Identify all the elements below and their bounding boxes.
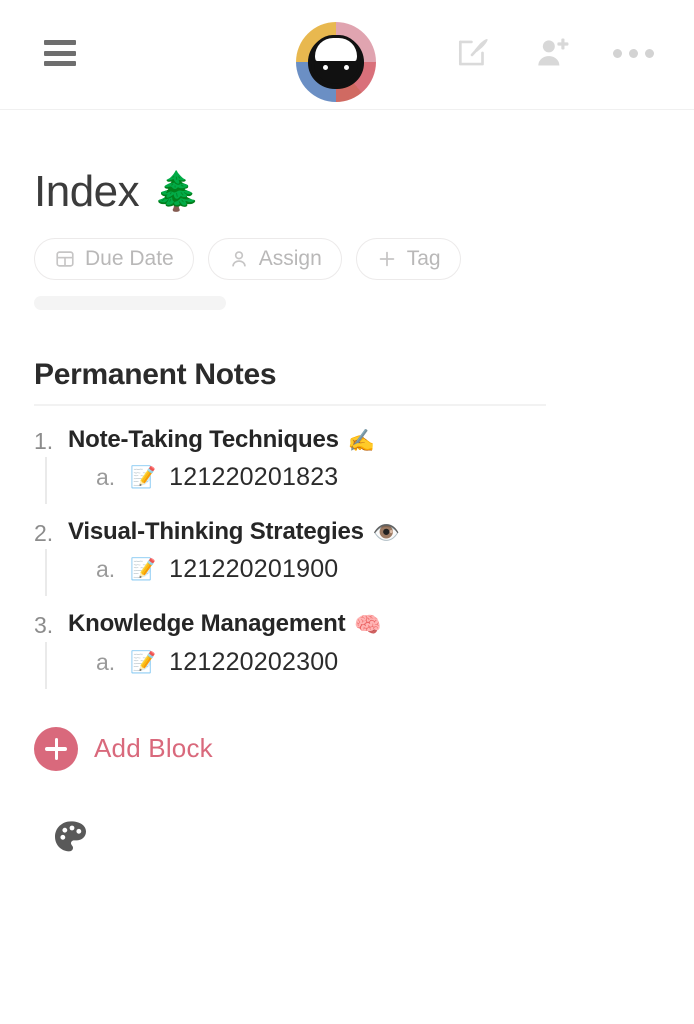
dot (628, 48, 638, 58)
hamburger-line (44, 50, 76, 56)
list-item-number: 3. (34, 612, 54, 639)
compose-icon[interactable] (450, 30, 496, 76)
add-block-button[interactable]: Add Block (34, 726, 660, 771)
sub-list: a. 📝 121220201900 (45, 549, 660, 597)
more-options-icon[interactable] (610, 30, 656, 76)
hamburger-menu-icon[interactable] (44, 40, 76, 66)
sub-item-text: 121220201900 (169, 555, 339, 584)
sub-list: a. 📝 121220201823 (45, 457, 660, 505)
more-dots (612, 48, 654, 58)
sub-list-item[interactable]: a. 📝 121220202300 (96, 648, 660, 677)
sheep-eye-right (344, 65, 349, 70)
list-item: 3. Knowledge Management 🧠 a. 📝 121220202… (34, 608, 660, 689)
plus-icon (376, 248, 398, 270)
list-item-number: 1. (34, 428, 54, 455)
list-item-title-text: Visual-Thinking Strategies (68, 518, 364, 546)
hamburger-line (44, 40, 76, 45)
tag-label: Tag (406, 247, 441, 271)
sub-list-item[interactable]: a. 📝 121220201823 (96, 463, 660, 492)
section-heading: Permanent Notes (34, 358, 277, 392)
list-item-title: Knowledge Management 🧠 (68, 608, 382, 640)
palette-icon[interactable] (51, 817, 91, 857)
list-item: 2. Visual-Thinking Strategies 👁️ a. 📝 12… (34, 516, 660, 597)
list-item-number: 2. (34, 520, 54, 547)
page-title-text: Index (34, 167, 140, 216)
dot (644, 48, 654, 58)
memo-icon: 📝 (130, 466, 157, 490)
calendar-icon (54, 248, 76, 270)
eye-icon: 👁️ (372, 519, 400, 545)
person-icon (228, 248, 250, 270)
top-bar-actions (450, 30, 656, 76)
list-item-title: Visual-Thinking Strategies 👁️ (68, 516, 400, 548)
sheep-face-icon (308, 35, 364, 89)
sub-item-number: a. (96, 464, 116, 491)
sub-item-text: 121220202300 (169, 647, 339, 676)
notes-list: 1. Note-Taking Techniques ✍️ a. 📝 121220… (34, 424, 660, 689)
list-item-title-text: Knowledge Management (68, 610, 346, 638)
plus-icon (34, 726, 78, 771)
list-item-title-text: Note-Taking Techniques (68, 426, 339, 454)
placeholder-bar (34, 296, 226, 311)
sheep-fleece (312, 35, 360, 61)
due-date-pill[interactable]: Due Date (34, 238, 194, 281)
list-item-main[interactable]: 2. Visual-Thinking Strategies 👁️ (34, 516, 660, 549)
due-date-label: Due Date (85, 247, 174, 271)
brain-icon: 🧠 (354, 611, 382, 637)
page-title[interactable]: Index 🌲 (34, 167, 660, 216)
list-item-main[interactable]: 1. Note-Taking Techniques ✍️ (34, 424, 660, 457)
property-pills: Due Date Assign Tag (34, 238, 660, 281)
sub-item-number: a. (96, 648, 116, 675)
tag-pill[interactable]: Tag (355, 238, 461, 281)
assign-pill[interactable]: Assign (207, 238, 342, 281)
sub-item-number: a. (96, 556, 116, 583)
avatar[interactable] (296, 22, 376, 102)
evergreen-tree-icon: 🌲 (153, 171, 200, 214)
add-block-label: Add Block (94, 733, 213, 764)
memo-icon: 📝 (130, 650, 157, 674)
list-item-main[interactable]: 3. Knowledge Management 🧠 (34, 608, 660, 641)
sheep-eye-left (323, 65, 328, 70)
list-item: 1. Note-Taking Techniques ✍️ a. 📝 121220… (34, 424, 660, 505)
hamburger-line (44, 61, 76, 66)
section-divider (34, 404, 546, 407)
sub-item-text: 121220201823 (169, 463, 339, 492)
writing-hand-icon: ✍️ (347, 427, 375, 453)
list-item-title: Note-Taking Techniques ✍️ (68, 424, 375, 456)
assign-label: Assign (258, 247, 322, 271)
top-bar (0, 0, 694, 110)
sub-list: a. 📝 121220202300 (45, 641, 660, 689)
sub-list-item[interactable]: a. 📝 121220201900 (96, 555, 660, 584)
document-body: Index 🌲 Due Date Assign Tag Permanent No… (0, 167, 694, 857)
dot (612, 48, 622, 58)
add-person-icon[interactable] (530, 30, 576, 76)
bottom-toolbar (34, 817, 660, 857)
memo-icon: 📝 (130, 558, 157, 582)
